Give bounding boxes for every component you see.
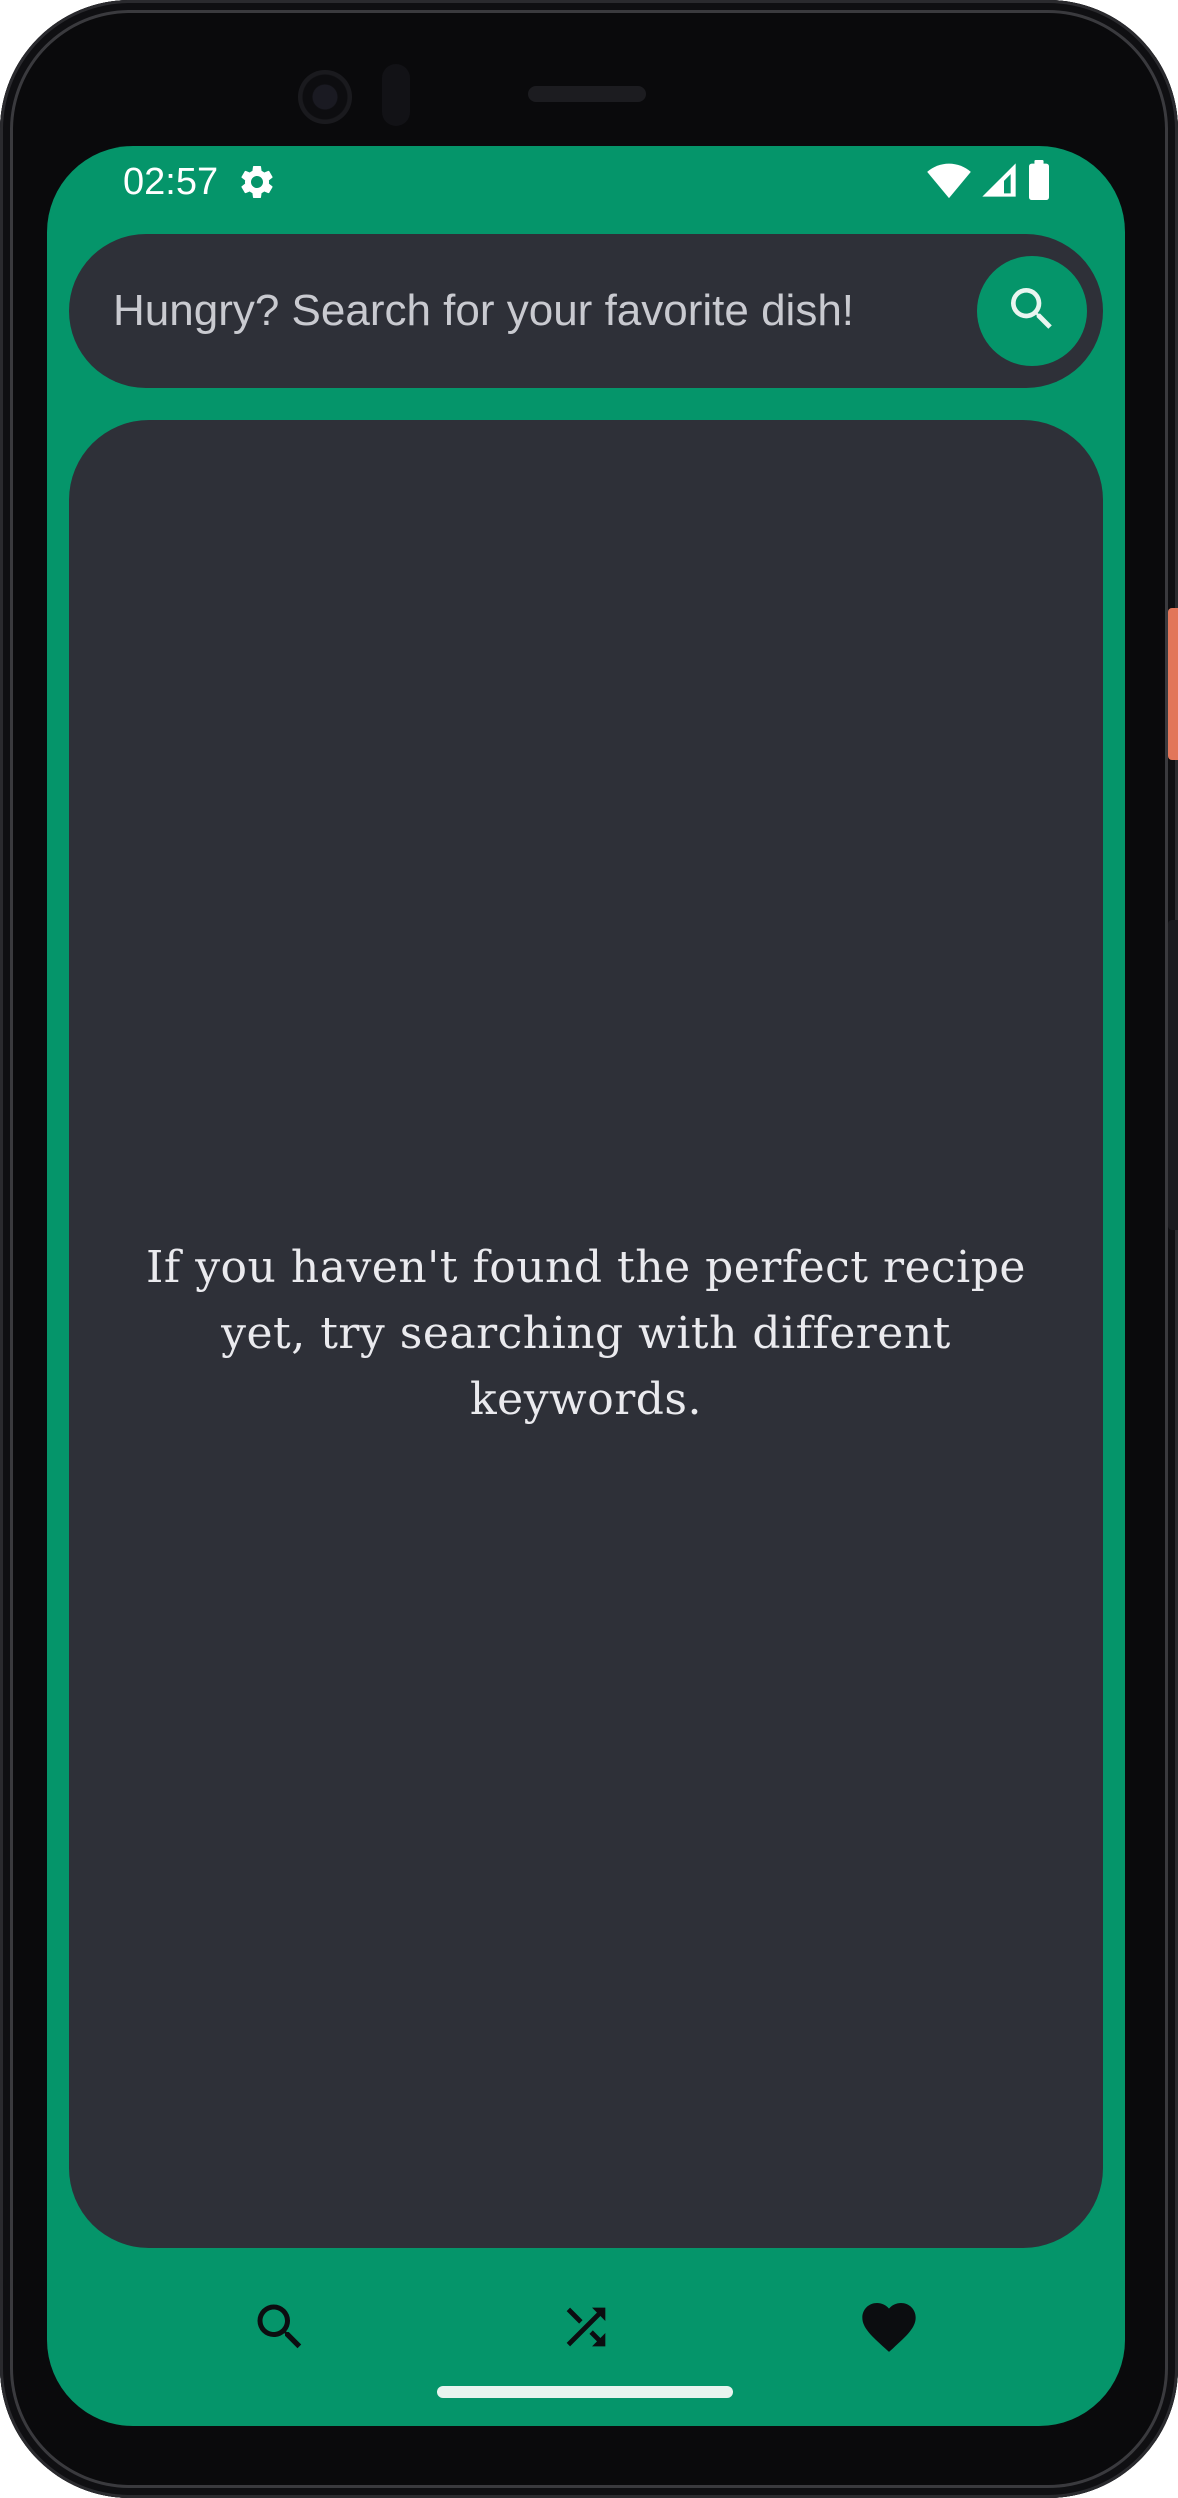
status-icons xyxy=(927,159,1051,205)
bottom-navigation xyxy=(47,2270,1125,2380)
nav-search-button[interactable] xyxy=(235,2284,325,2374)
power-button xyxy=(1168,608,1178,760)
search-input[interactable] xyxy=(113,234,973,388)
volume-rocker xyxy=(1168,920,1178,1230)
proximity-sensor xyxy=(382,64,410,126)
search-bar xyxy=(69,234,1103,388)
results-panel: If you haven't found the perfect recipe … xyxy=(69,420,1103,2248)
search-button[interactable] xyxy=(977,256,1087,366)
shuffle-icon xyxy=(557,2298,615,2361)
phone-frame: 02:57 Hungry? Search for your favorite d… xyxy=(0,0,1178,2498)
heart-icon xyxy=(857,2295,921,2364)
empty-state-message: If you haven't found the perfect recipe … xyxy=(146,1242,1026,1425)
search-icon xyxy=(1004,281,1060,342)
earpiece-speaker xyxy=(528,86,646,102)
status-time: 02:57 xyxy=(123,161,219,203)
search-icon xyxy=(250,2297,310,2362)
cell-signal-icon xyxy=(979,160,1019,205)
battery-icon xyxy=(1027,159,1051,205)
status-bar: 02:57 xyxy=(47,146,1125,216)
nav-favorites-button[interactable] xyxy=(844,2284,934,2374)
front-camera xyxy=(298,70,352,124)
gear-icon xyxy=(237,162,277,202)
wifi-icon xyxy=(927,160,971,205)
nav-random-button[interactable] xyxy=(541,2284,631,2374)
home-gesture-bar[interactable] xyxy=(437,2386,733,2398)
app-screen: 02:57 Hungry? Search for your favorite d… xyxy=(47,146,1125,2426)
